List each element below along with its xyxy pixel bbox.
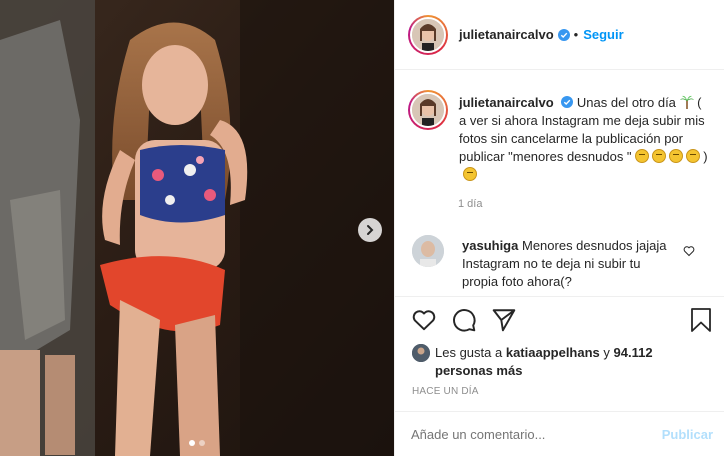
- verified-badge-icon: [557, 28, 570, 41]
- carousel-dot-1: [189, 440, 195, 446]
- share-icon[interactable]: [491, 307, 517, 333]
- add-comment-bar: Publicar: [395, 411, 724, 456]
- avatar-image: [412, 94, 444, 126]
- palm-tree-emoji-icon: [679, 95, 694, 109]
- caption-time[interactable]: 1 día: [458, 198, 482, 210]
- post-actions: Les gusta a katiaappelhans y 94.112 pers…: [395, 296, 724, 456]
- expressionless-emoji-icon: [652, 149, 667, 163]
- caption: julietanaircalvo Unas del otro día ( a v…: [408, 90, 709, 184]
- comment-text: yasuhiga Menores desnudos jajaja Instagr…: [462, 237, 672, 291]
- post-header: julietanaircalvo • Seguir: [395, 0, 724, 70]
- carousel-indicator: [0, 440, 394, 446]
- commenter-avatar[interactable]: [412, 235, 444, 267]
- likes-text: Les gusta a katiaappelhans y 94.112 pers…: [435, 344, 712, 380]
- comment-input[interactable]: [411, 427, 662, 442]
- caption-text: julietanaircalvo Unas del otro día ( a v…: [459, 94, 709, 184]
- heart-icon[interactable]: [411, 307, 437, 333]
- carousel-dot-2: [199, 440, 205, 446]
- caption-username[interactable]: julietanaircalvo: [459, 95, 554, 110]
- likes-summary: Les gusta a katiaappelhans y 94.112 pers…: [412, 344, 712, 380]
- author-username[interactable]: julietanaircalvo: [459, 27, 554, 42]
- post-dialog: julietanaircalvo • Seguir julietanaircal…: [0, 0, 724, 456]
- author-avatar[interactable]: [408, 14, 448, 55]
- post-photo: [0, 0, 394, 456]
- chevron-right-icon: [367, 225, 374, 235]
- likes-conjunction: y: [603, 345, 610, 360]
- comment-icon[interactable]: [451, 307, 477, 333]
- caption-avatar[interactable]: [408, 90, 448, 130]
- carousel-next-button[interactable]: [358, 218, 382, 242]
- avatar-image: [412, 18, 444, 51]
- comment-item: yasuhiga Menores desnudos jajaja Instagr…: [408, 235, 713, 291]
- header-separator: •: [573, 27, 579, 42]
- caption-body-1: Unas del otro día: [576, 95, 676, 110]
- expressionless-emoji-icon: [669, 149, 684, 163]
- liker-username[interactable]: katiaappelhans: [506, 345, 600, 360]
- expressionless-emoji-icon: [686, 149, 701, 163]
- commenter-username[interactable]: yasuhiga: [462, 238, 518, 253]
- post-date[interactable]: HACE UN DÍA: [412, 386, 479, 397]
- expressionless-emoji-icon: [463, 167, 477, 181]
- post-sidebar: julietanaircalvo • Seguir julietanaircal…: [394, 0, 724, 456]
- publish-button[interactable]: Publicar: [662, 427, 713, 442]
- caption-closing: ): [703, 149, 708, 164]
- follow-button[interactable]: Seguir: [583, 27, 623, 42]
- like-comment-heart-icon[interactable]: [683, 245, 695, 257]
- post-media[interactable]: [0, 0, 394, 456]
- liker-avatar[interactable]: [412, 344, 430, 362]
- avatar-image: [412, 344, 430, 362]
- likes-prefix: Les gusta a: [435, 345, 503, 360]
- avatar-image: [412, 235, 444, 267]
- expressionless-emoji-icon: [635, 149, 650, 163]
- action-icons: [411, 307, 517, 333]
- bookmark-icon[interactable]: [689, 307, 713, 333]
- verified-badge-icon: [561, 96, 574, 108]
